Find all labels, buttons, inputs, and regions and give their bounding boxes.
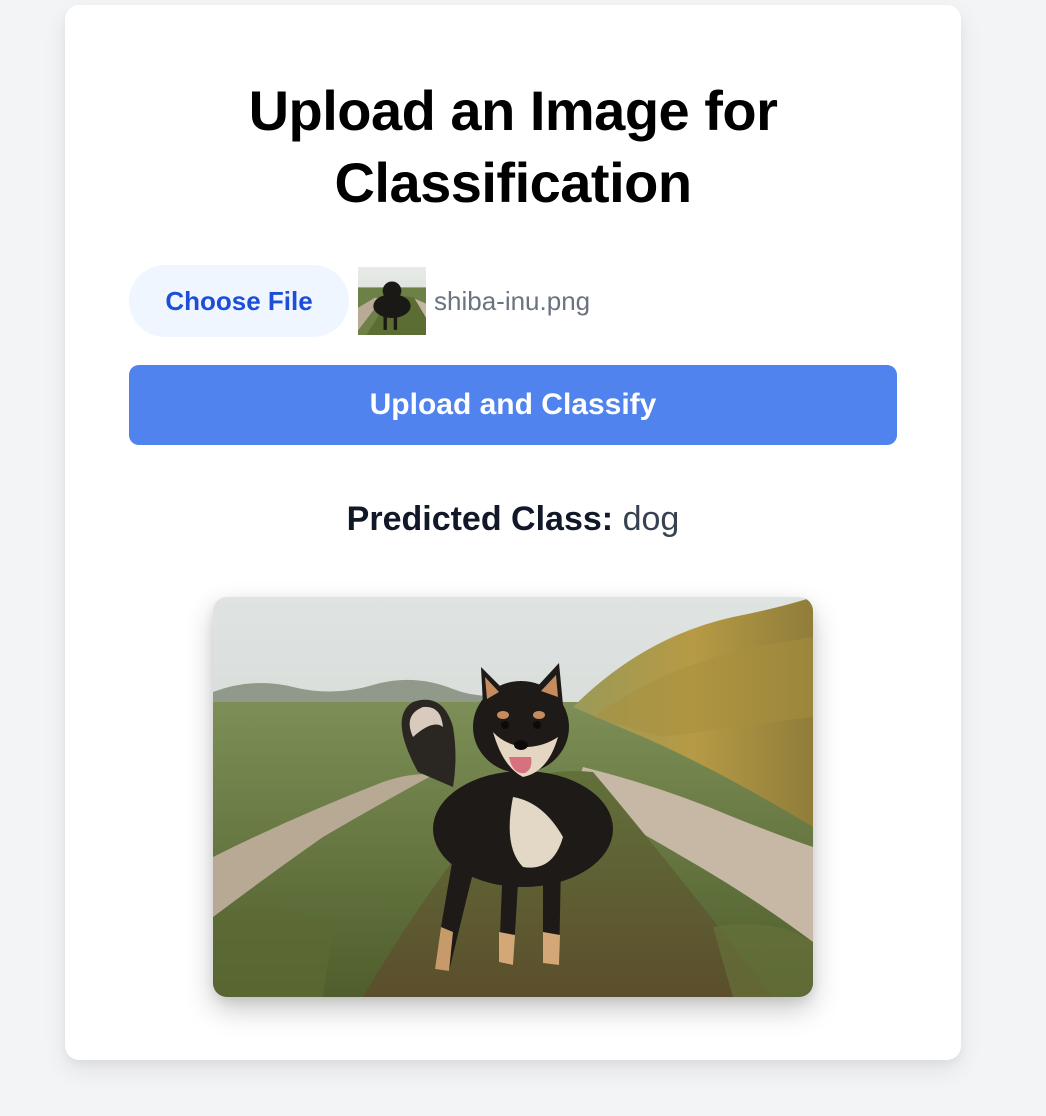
page-title: Upload an Image for Classification (65, 75, 961, 219)
upload-card: Upload an Image for Classification Choos… (65, 5, 961, 1060)
page-title-line-2: Classification (334, 151, 692, 214)
predicted-class-value: dog (622, 500, 680, 538)
selected-file-name: shiba-inu.png (434, 285, 591, 316)
file-thumbnail (358, 267, 426, 335)
upload-and-classify-button[interactable]: Upload and Classify (129, 365, 897, 445)
page-title-line-1: Upload an Image for (248, 79, 778, 142)
prediction-result: Predicted Class: dog (65, 497, 961, 541)
file-input[interactable]: Choose File shiba-inu.png (129, 261, 590, 341)
choose-file-button[interactable]: Choose File (129, 265, 349, 337)
predicted-class-label: Predicted Class: (346, 500, 614, 538)
uploaded-image-preview (213, 597, 813, 997)
